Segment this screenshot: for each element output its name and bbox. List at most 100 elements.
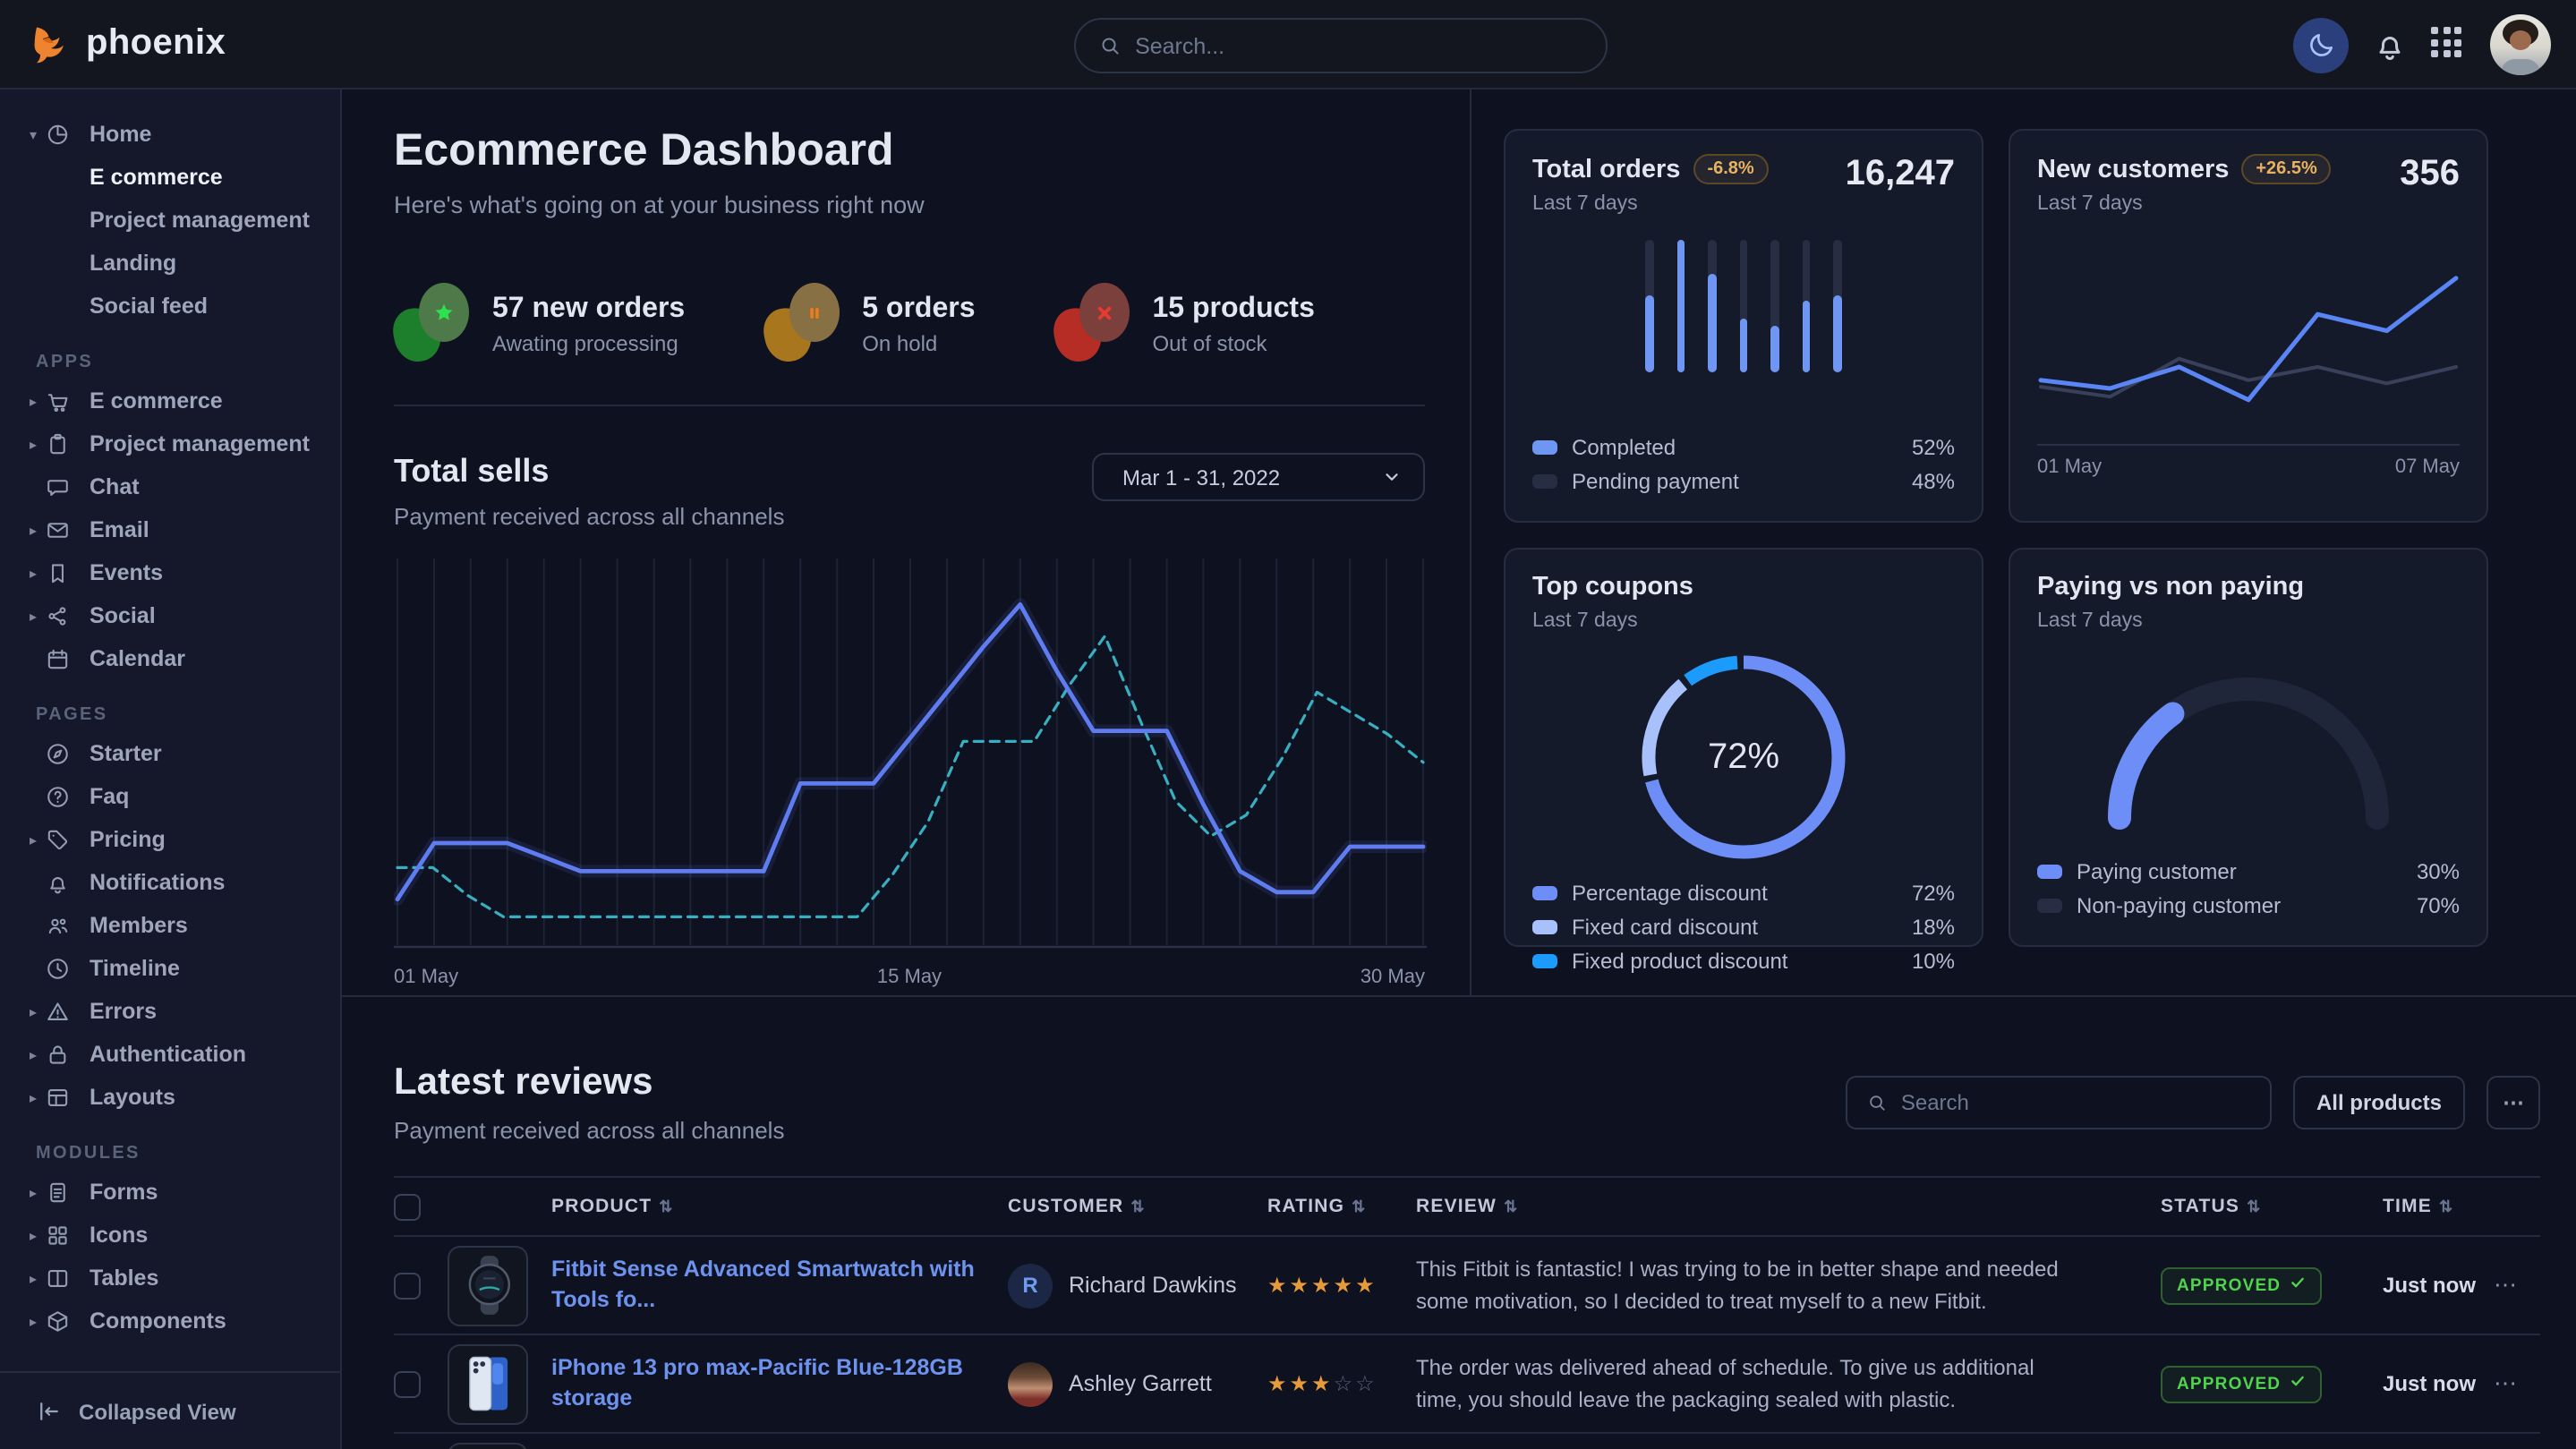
sidebar-item-label: Icons: [90, 1223, 148, 1248]
legend-item-non-paying-customer: Non-paying customer70%: [2037, 888, 2460, 922]
sidebar-subitem-project-management[interactable]: Project management: [0, 199, 340, 242]
collapse-view-button[interactable]: Collapsed View: [0, 1371, 340, 1449]
sidebar-item-label: Pricing: [90, 827, 166, 852]
sidebar-item-project-management[interactable]: ▸Project management: [0, 422, 340, 465]
row-menu-button[interactable]: ⋯: [2494, 1369, 2540, 1398]
sidebar-item-tables[interactable]: ▸Tables: [0, 1257, 340, 1300]
user-avatar[interactable]: [2490, 14, 2551, 75]
sidebar-item-chat[interactable]: Chat: [0, 465, 340, 508]
bar-fill: [1677, 240, 1685, 372]
share-icon: [45, 603, 75, 629]
table-row: iPhone 13 pro max-Pacific Blue-128GB sto…: [394, 1335, 2540, 1434]
customer-avatar: R: [1008, 1263, 1053, 1308]
caret-icon: ▸: [21, 1089, 45, 1105]
sort-icon: ⇅: [2247, 1198, 2261, 1215]
bar-fill: [1646, 295, 1654, 372]
status-label: APPROVED: [2177, 1275, 2281, 1295]
sidebar-subitem-landing[interactable]: Landing: [0, 242, 340, 285]
grid-icon: [45, 1223, 75, 1249]
envelope-icon: [45, 517, 75, 543]
date-range-select[interactable]: Mar 1 - 31, 2022: [1092, 453, 1425, 501]
legend-swatch: [1532, 439, 1557, 454]
legend-item-fixed-card-discount: Fixed card discount18%: [1532, 909, 1955, 943]
sidebar-item-starter[interactable]: Starter: [0, 732, 340, 775]
sidebar-item-components[interactable]: ▸Components: [0, 1300, 340, 1342]
sidebar-item-errors[interactable]: ▸Errors: [0, 990, 340, 1033]
sidebar-subitem-social-feed[interactable]: Social feed: [0, 285, 340, 328]
sidebar-item-label: Home: [90, 122, 151, 147]
stats-divider: [394, 405, 1425, 406]
sidebar-item-icons[interactable]: ▸Icons: [0, 1214, 340, 1257]
column-header-time[interactable]: TIME⇅: [2315, 1196, 2494, 1217]
coupons-donut-chart: 72%: [1633, 646, 1855, 868]
bar-track: [1803, 240, 1811, 372]
total-sells-chart-svg: [394, 558, 1427, 949]
customer-avatar: [1008, 1361, 1053, 1406]
x-axis-label: 07 May: [2395, 456, 2460, 478]
page-subtitle: Here's what's going on at your business …: [394, 192, 1425, 218]
reviews-title: Latest reviews: [394, 1061, 784, 1104]
sort-icon: ⇅: [1352, 1198, 1366, 1215]
legend-item-percentage-discount: Percentage discount72%: [1532, 875, 1955, 909]
apps-grid-button[interactable]: [2431, 27, 2467, 63]
legend-value: 48%: [1912, 468, 1955, 493]
sidebar-item-email[interactable]: ▸Email: [0, 508, 340, 551]
sidebar-item-home[interactable]: ▾Home: [0, 113, 340, 156]
bar-track: [1771, 240, 1779, 372]
reviews-search[interactable]: [1846, 1076, 2272, 1129]
more-options-button[interactable]: ⋯: [2486, 1076, 2540, 1129]
sidebar-item-e-commerce[interactable]: ▸E commerce: [0, 379, 340, 422]
column-header-product[interactable]: PRODUCT⇅: [551, 1196, 1008, 1217]
product-link[interactable]: iPhone 13 pro max-Pacific Blue-128GB sto…: [551, 1354, 1008, 1412]
product-link[interactable]: Fitbit Sense Advanced Smartwatch with To…: [551, 1256, 1008, 1314]
sidebar-item-calendar[interactable]: Calendar: [0, 637, 340, 680]
stat-57-new-orders: 57 new ordersAwating processing: [394, 283, 685, 365]
column-header-status[interactable]: STATUS⇅: [2114, 1196, 2315, 1217]
bar-track: [1646, 240, 1654, 372]
reviews-search-input[interactable]: [1901, 1090, 2250, 1115]
card-top-coupons: Top coupons Last 7 days 72% Percentage d…: [1504, 548, 1983, 947]
theme-toggle-button[interactable]: [2293, 17, 2349, 72]
sidebar-item-pricing[interactable]: ▸Pricing: [0, 818, 340, 861]
all-products-button[interactable]: All products: [2293, 1076, 2465, 1129]
card-period: Last 7 days: [2037, 610, 2304, 632]
sidebar-item-social[interactable]: ▸Social: [0, 594, 340, 637]
sidebar-item-faq[interactable]: Faq: [0, 775, 340, 818]
legend-swatch: [1532, 919, 1557, 933]
column-header-review[interactable]: REVIEW⇅: [1416, 1196, 2114, 1217]
legend-label: Pending payment: [1572, 468, 1898, 493]
sidebar-section-label-pages: PAGES: [36, 705, 340, 725]
caret-icon: ▸: [21, 1046, 45, 1062]
overview-column: Ecommerce Dashboard Here's what's going …: [342, 89, 1471, 995]
page-title: Ecommerce Dashboard: [394, 125, 1425, 177]
sidebar-subitem-e-commerce[interactable]: E commerce: [0, 156, 340, 199]
row-checkbox[interactable]: [394, 1370, 421, 1397]
rating-stars: ★★★☆☆: [1267, 1368, 1416, 1400]
row-menu-button[interactable]: ⋯: [2494, 1271, 2540, 1300]
caret-icon: ▸: [21, 1184, 45, 1200]
column-header-rating[interactable]: RATING⇅: [1267, 1196, 1416, 1217]
sidebar-item-timeline[interactable]: Timeline: [0, 947, 340, 990]
select-all-checkbox[interactable]: [394, 1193, 421, 1220]
sidebar-item-events[interactable]: ▸Events: [0, 551, 340, 594]
sidebar-item-layouts[interactable]: ▸Layouts: [0, 1076, 340, 1119]
legend-item-paying-customer: Paying customer30%: [2037, 854, 2460, 888]
search-input[interactable]: [1135, 33, 1582, 58]
warning-icon: [45, 999, 75, 1025]
sidebar-item-notifications[interactable]: Notifications: [0, 861, 340, 904]
sidebar-item-forms[interactable]: ▸Forms: [0, 1171, 340, 1214]
legend-label: Fixed card discount: [1572, 914, 1898, 939]
bar-track: [1740, 240, 1748, 372]
cart-icon: [45, 388, 75, 414]
notifications-button[interactable]: [2372, 27, 2408, 63]
sidebar-item-authentication[interactable]: ▸Authentication: [0, 1033, 340, 1076]
sidebar-item-label: Project management: [90, 431, 310, 456]
column-header-customer[interactable]: CUSTOMER⇅: [1008, 1196, 1267, 1217]
check-icon: [2290, 1373, 2306, 1394]
stat-sublabel: Awating processing: [492, 330, 685, 355]
row-checkbox[interactable]: [394, 1272, 421, 1299]
brand-logo[interactable]: phoenix: [0, 22, 226, 65]
sidebar-item-members[interactable]: Members: [0, 904, 340, 947]
global-search[interactable]: [1074, 18, 1608, 73]
x-axis-label: 15 May: [877, 967, 942, 988]
